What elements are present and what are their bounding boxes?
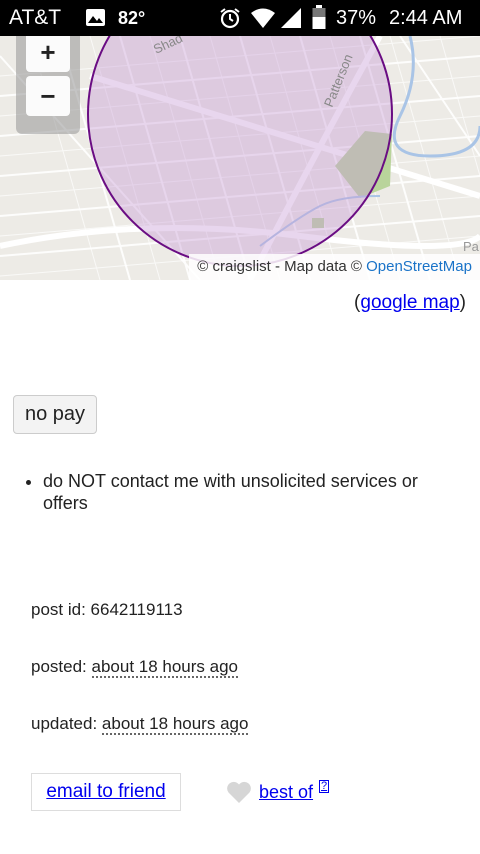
signal-icon (281, 8, 301, 28)
heart-icon[interactable] (226, 780, 252, 804)
posted-label: posted: (31, 657, 87, 676)
openstreetmap-link[interactable]: OpenStreetMap (366, 258, 472, 275)
carrier-name: AT&T (9, 6, 62, 29)
best-of-help-link[interactable]: ? (319, 780, 330, 793)
post-id-label: post id: (31, 600, 86, 619)
close-paren: ) (459, 292, 466, 313)
notice-item: do NOT contact me with unsolicited servi… (43, 470, 480, 514)
best-of-link-wrapper: best of (259, 782, 313, 803)
location-map[interactable]: Patterson Shad Pa + − © craigslist - Map… (0, 36, 480, 280)
post-id: post id: 6642119113 (31, 600, 183, 620)
best-of-link[interactable]: best of (259, 782, 313, 802)
battery-percent: 37% (336, 7, 377, 29)
post-id-value: 6642119113 (90, 600, 183, 619)
status-bar: AT&T 82° 37% 2:44 AM (0, 0, 480, 36)
notices-list: do NOT contact me with unsolicited servi… (0, 470, 480, 514)
posted-date: posted: about 18 hours ago (31, 657, 239, 678)
updated-label: updated: (31, 714, 98, 733)
temperature: 82° (118, 8, 146, 28)
email-to-friend-button[interactable]: email to friend (31, 773, 181, 811)
image-icon (86, 9, 105, 26)
street-label-pa: Pa (463, 239, 480, 254)
zoom-control: + − (16, 36, 80, 134)
compensation-badge: no pay (13, 395, 97, 434)
zoom-out-button[interactable]: − (26, 76, 70, 116)
updated-value: about 18 hours ago (101, 714, 249, 735)
map-attribution: © craigslist - Map data © OpenStreetMap (189, 254, 480, 280)
google-map-row: (google map) (354, 292, 466, 314)
wifi-icon (251, 8, 275, 28)
alarm-icon (220, 8, 240, 29)
google-map-link[interactable]: google map (360, 292, 459, 313)
attribution-text: © craigslist - Map data © (197, 258, 362, 275)
posted-value: about 18 hours ago (91, 657, 239, 678)
email-to-friend-link[interactable]: email to friend (46, 781, 165, 802)
zoom-in-button[interactable]: + (26, 36, 70, 72)
clock-time: 2:44 AM (389, 7, 463, 29)
updated-date: updated: about 18 hours ago (31, 714, 249, 735)
battery-icon (312, 5, 326, 29)
